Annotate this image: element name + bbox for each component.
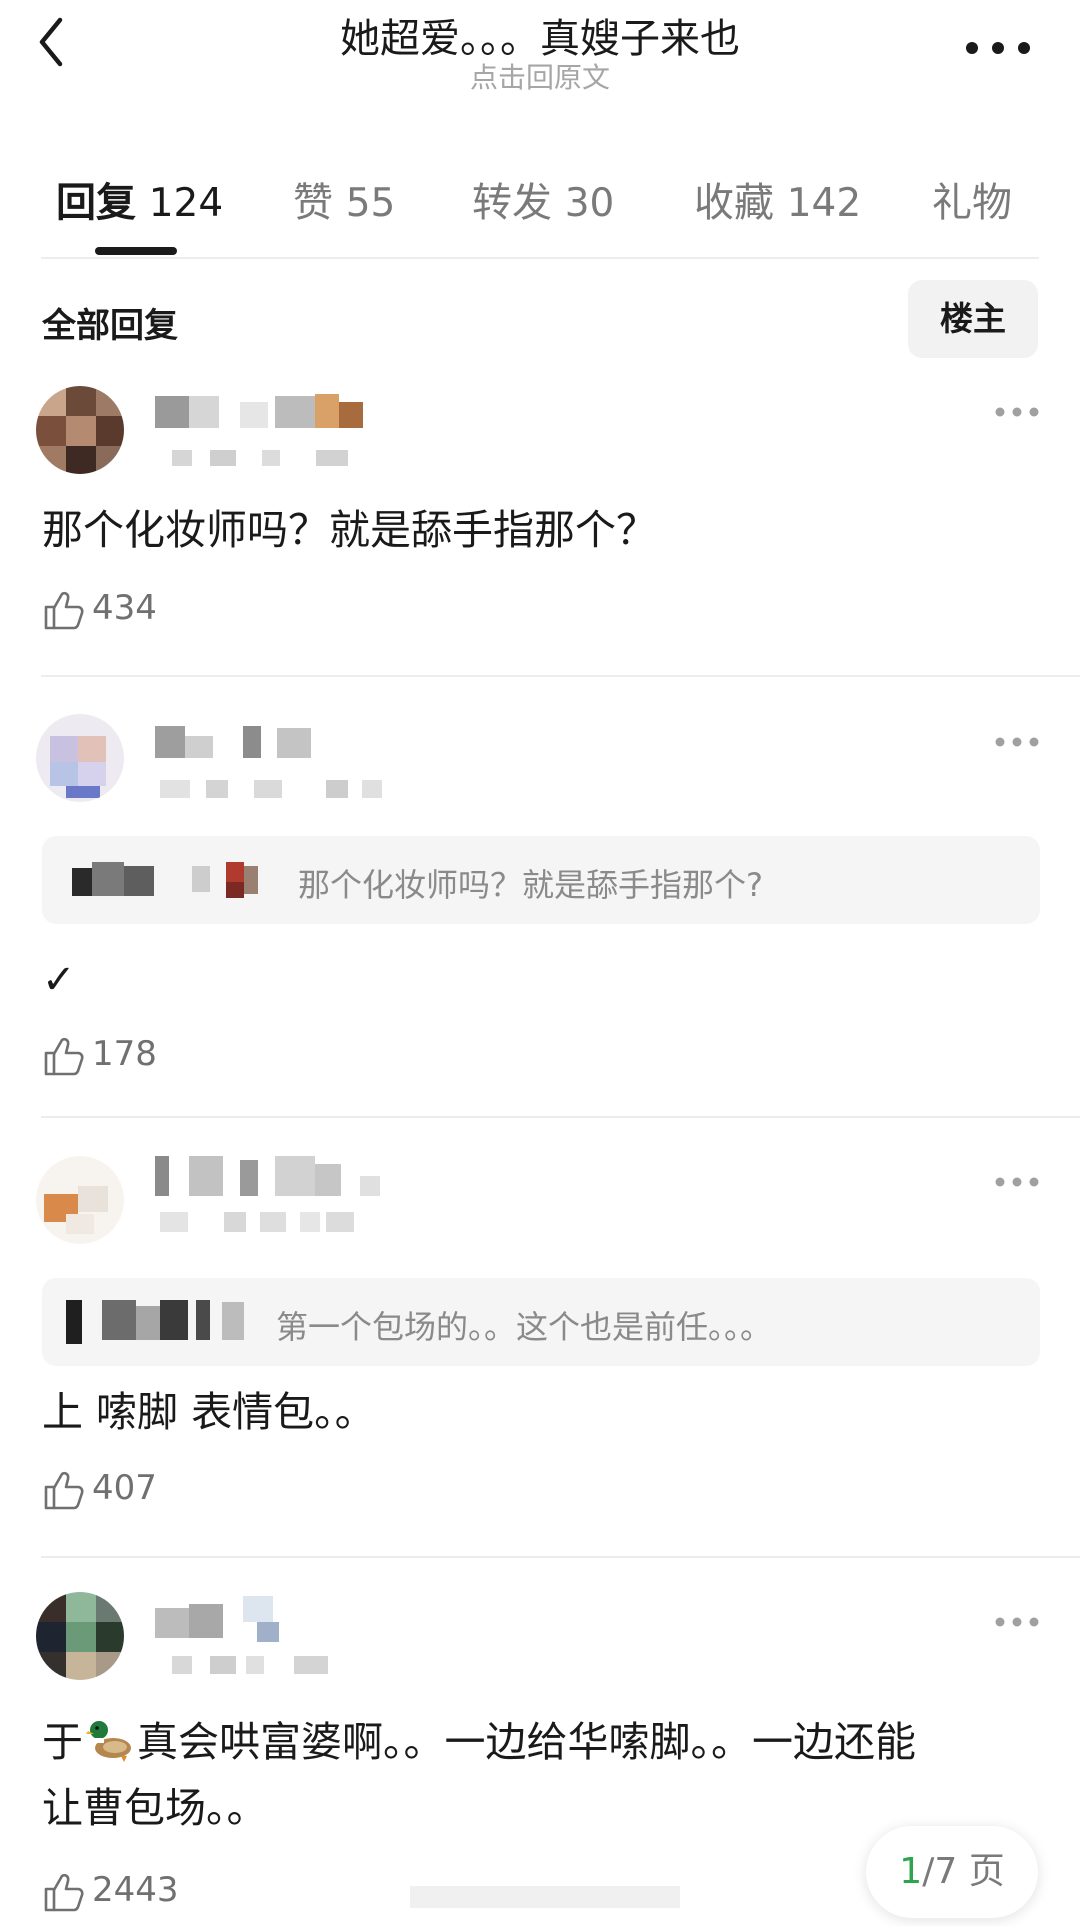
page-unit: 页 (968, 1851, 1005, 1892)
comment-more-icon[interactable] (994, 732, 1040, 752)
tab-replies[interactable]: 回复 124 (56, 170, 223, 228)
quoted-text: 那个化妆师吗？就是舔手指那个? (298, 866, 763, 904)
tab-gifts[interactable]: 礼物 (932, 170, 1012, 228)
comment-text: 上 嗦脚 表情包。。 (42, 1388, 376, 1436)
like-count: 2443 (92, 1870, 179, 1910)
tab-likes[interactable]: 赞 55 (293, 170, 395, 228)
like-count: 434 (92, 588, 157, 628)
page-current: 1 (899, 1851, 923, 1892)
comment-more-icon[interactable] (994, 1612, 1040, 1632)
comment-text: 那个化妆师吗？就是舔手指那个？ (42, 506, 657, 554)
page-indicator[interactable]: 1/7 页 (866, 1826, 1038, 1918)
comment-divider (41, 675, 1080, 677)
like-count: 407 (92, 1468, 157, 1508)
like-button[interactable]: 178 (42, 1032, 202, 1082)
comment-more-icon[interactable] (994, 1172, 1040, 1192)
avatar[interactable] (36, 386, 124, 474)
comment-more-icon[interactable] (994, 402, 1040, 422)
thumbs-up-icon (44, 1471, 84, 1510)
comment-item: 第一个包场的。。这个也是前任。。。 上 嗦脚 表情包。。 407 (0, 1150, 1080, 1550)
quoted-reply[interactable]: 第一个包场的。。这个也是前任。。。 (42, 1278, 1040, 1366)
top-bar: 她超爱。。。真嫂子来也 点击回原文 (0, 0, 1080, 120)
tab-reposts[interactable]: 转发 30 (472, 170, 614, 228)
page-total: /7 (922, 1851, 958, 1892)
thumbs-up-icon (44, 1037, 84, 1076)
tab-favorites-count: 142 (786, 181, 862, 226)
comment-divider (41, 1116, 1080, 1118)
avatar[interactable] (36, 1156, 124, 1244)
quoted-text: 第一个包场的。。这个也是前任。。。 (276, 1308, 773, 1346)
more-options-button[interactable] (960, 26, 1040, 70)
more-dots-icon (966, 42, 1030, 54)
comment-text-line-2: 让曹包场。。 (42, 1784, 268, 1832)
owner-only-filter-button[interactable]: 楼主 (908, 280, 1038, 358)
comment-item: 那个化妆师吗？就是舔手指那个？ 434 (0, 380, 1080, 680)
like-count: 178 (92, 1034, 157, 1074)
comment-divider (41, 1556, 1080, 1558)
thumbs-up-icon (44, 591, 84, 630)
tab-bar: 回复 124 赞 55 转发 30 收藏 142 礼物 (0, 160, 1080, 260)
comment-text: ✓ (42, 957, 76, 1003)
tab-replies-count: 124 (148, 181, 224, 226)
avatar[interactable] (36, 1592, 124, 1680)
comment-text-line-1: 于 真会哄富婆啊。。一边给华嗦脚。。一边还能 (42, 1706, 916, 1778)
tab-reposts-count: 30 (564, 181, 615, 226)
thumbs-up-icon (44, 1873, 84, 1912)
like-button[interactable]: 434 (42, 586, 202, 636)
quoted-reply[interactable]: 那个化妆师吗？就是舔手指那个? (42, 836, 1040, 924)
like-button[interactable]: 407 (42, 1466, 202, 1516)
comment-item: 那个化妆师吗？就是舔手指那个? ✓ 178 (0, 710, 1080, 1110)
all-replies-heading: 全部回复 (42, 306, 178, 346)
back-to-original-link[interactable]: 点击回原文 (0, 56, 1080, 96)
tabs-divider (41, 257, 1039, 259)
avatar[interactable] (36, 714, 124, 802)
tab-likes-count: 55 (345, 181, 396, 226)
active-tab-indicator (95, 247, 177, 255)
like-button[interactable]: 2443 (42, 1868, 222, 1918)
tab-favorites[interactable]: 收藏 142 (694, 170, 861, 228)
duck-icon (86, 1721, 131, 1762)
